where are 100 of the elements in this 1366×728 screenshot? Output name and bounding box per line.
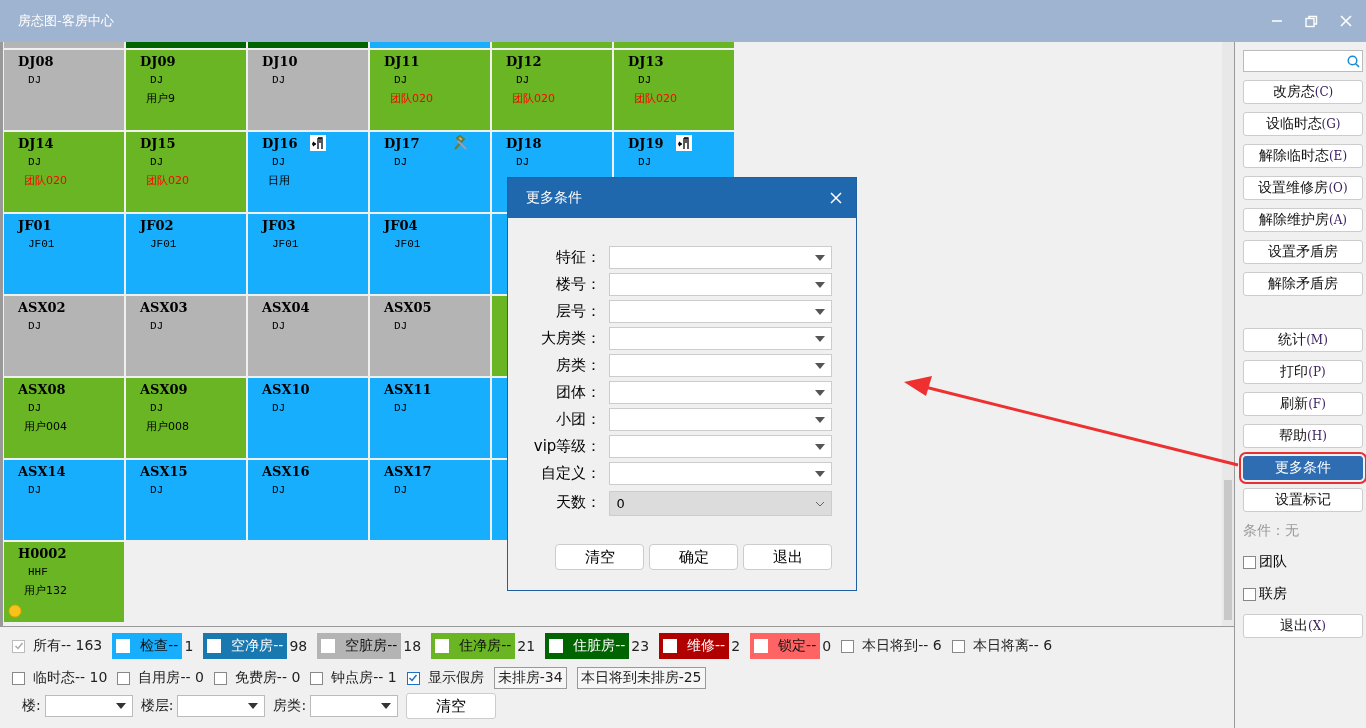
room-tile[interactable] xyxy=(248,42,368,48)
dialog-title: 更多条件 xyxy=(526,189,582,207)
sidebar-button[interactable]: 帮助(H) xyxy=(1243,424,1363,448)
room-tile[interactable]: DJ10 DJ xyxy=(248,50,368,130)
sidebar-button[interactable]: 解除维护房(A) xyxy=(1243,208,1363,232)
room-tile[interactable]: DJ14 DJ 团队020 xyxy=(4,132,124,212)
sidebar-button[interactable]: 设置矛盾房 xyxy=(1243,240,1363,264)
room-tile[interactable]: DJ09 DJ 用户9 xyxy=(126,50,246,130)
sidebar-button[interactable]: 解除矛盾房 xyxy=(1243,272,1363,296)
room-tile[interactable] xyxy=(4,42,124,48)
sidebar-button[interactable]: 退出(X) xyxy=(1243,614,1363,638)
running-person-icon xyxy=(676,135,692,151)
filter-checkbox[interactable]: 免费房-- 0 xyxy=(213,669,301,687)
dropdown-field[interactable] xyxy=(609,327,832,350)
filter-checkbox[interactable]: 显示假房 xyxy=(406,669,484,687)
room-tile[interactable]: DJ17 DJ xyxy=(370,132,490,212)
status-filter[interactable]: 维修-- xyxy=(659,633,730,659)
filter-checkbox[interactable]: 临时态-- 10 xyxy=(12,669,108,687)
dropdown-field[interactable] xyxy=(609,462,832,485)
status-count: 98 xyxy=(289,638,308,654)
search-field[interactable] xyxy=(1243,50,1363,72)
room-tile[interactable]: ASX10 DJ xyxy=(248,378,368,458)
room-tile[interactable]: ASX14 DJ xyxy=(4,460,124,540)
filter-label: 楼: xyxy=(22,697,41,715)
room-tile[interactable]: DJ13 DJ 团队020 xyxy=(614,50,734,130)
room-type: DJ xyxy=(150,402,164,414)
room-type: DJ xyxy=(272,484,286,496)
room-tile[interactable]: ASX04 DJ xyxy=(248,296,368,376)
dropdown-field[interactable] xyxy=(609,300,832,323)
filter-checkbox[interactable]: 本日将离-- 6 xyxy=(951,637,1053,655)
room-tile[interactable] xyxy=(492,42,612,48)
sidebar-button[interactable]: 解除临时态(E) xyxy=(1243,144,1363,168)
dropdown-field[interactable] xyxy=(44,695,133,717)
room-tile[interactable]: DJ12 DJ 团队020 xyxy=(492,50,612,130)
room-tile[interactable]: ASX08 DJ 用户004 xyxy=(4,378,124,458)
sidebar-checkbox[interactable]: 联房 xyxy=(1243,582,1363,606)
room-tile[interactable]: ASX02 DJ xyxy=(4,296,124,376)
dropdown-arrow-icon xyxy=(815,254,825,261)
scrollbar[interactable] xyxy=(1222,42,1234,626)
dialog-button[interactable]: 退出 xyxy=(743,544,832,570)
room-tile[interactable]: ASX03 DJ xyxy=(126,296,246,376)
sidebar-button[interactable]: 改房态(C) xyxy=(1243,80,1363,104)
clear-button[interactable]: 清空 xyxy=(406,693,497,719)
room-tile[interactable]: JF02 JF01 xyxy=(126,214,246,294)
room-tile[interactable]: JF03 JF01 xyxy=(248,214,368,294)
room-type: DJ xyxy=(394,156,408,168)
room-tile[interactable]: ASX05 DJ xyxy=(370,296,490,376)
room-number: DJ15 xyxy=(140,136,176,151)
room-tile[interactable]: ASX17 DJ xyxy=(370,460,490,540)
status-filter[interactable]: 锁定-- xyxy=(750,633,821,659)
dropdown-field[interactable] xyxy=(609,435,832,458)
filter-checkbox[interactable]: 自用房-- 0 xyxy=(117,669,204,687)
sidebar-button[interactable]: 刷新(F) xyxy=(1243,392,1363,416)
room-tile[interactable] xyxy=(126,42,246,48)
close-icon[interactable] xyxy=(830,192,842,204)
room-type: DJ xyxy=(150,484,164,496)
sidebar-button[interactable]: 设临时态(G) xyxy=(1243,112,1363,136)
room-tile[interactable]: JF01 JF01 xyxy=(4,214,124,294)
room-tile[interactable]: ASX09 DJ 用户008 xyxy=(126,378,246,458)
status-filter[interactable]: 住脏房-- xyxy=(545,633,630,659)
dropdown-field[interactable] xyxy=(609,381,832,404)
filter-checkbox[interactable]: 钟点房-- 1 xyxy=(310,669,397,687)
status-filter[interactable]: 空净房-- xyxy=(203,633,288,659)
room-tile[interactable] xyxy=(370,42,490,48)
sidebar-button[interactable]: 统计(M) xyxy=(1243,328,1363,352)
dialog-button[interactable]: 清空 xyxy=(555,544,644,570)
room-tile[interactable]: H0002 HHF 用户132 xyxy=(4,542,124,622)
dropdown-field[interactable]: 0 xyxy=(609,491,832,516)
dropdown-field[interactable] xyxy=(310,695,399,717)
room-tile[interactable]: ASX15 DJ xyxy=(126,460,246,540)
room-tile[interactable]: DJ11 DJ 团队020 xyxy=(370,50,490,130)
status-filter[interactable]: 空脏房-- xyxy=(317,633,402,659)
field-label: 自定义： xyxy=(540,464,602,483)
filter-checkbox[interactable]: 本日将到-- 6 xyxy=(841,637,942,655)
status-filter[interactable]: 住净房-- xyxy=(431,633,516,659)
field-label: 小团： xyxy=(555,410,602,429)
room-type: DJ xyxy=(272,74,286,86)
sidebar-button[interactable]: 设置标记 xyxy=(1243,488,1363,512)
sidebar-button[interactable]: 打印(P) xyxy=(1243,360,1363,384)
restore-icon[interactable] xyxy=(1305,14,1318,28)
room-tile[interactable]: ASX11 DJ xyxy=(370,378,490,458)
dropdown-field[interactable] xyxy=(609,273,832,296)
dropdown-field[interactable] xyxy=(177,695,266,717)
dropdown-field[interactable] xyxy=(609,408,832,431)
sidebar-button[interactable]: 设置维修房(O) xyxy=(1243,176,1363,200)
room-tile[interactable]: DJ15 DJ 团队020 xyxy=(126,132,246,212)
tools-icon xyxy=(452,135,468,151)
room-tile[interactable]: JF04 JF01 xyxy=(370,214,490,294)
dropdown-field[interactable] xyxy=(609,246,832,269)
room-tile[interactable]: DJ16 DJ 日用 xyxy=(248,132,368,212)
guest-name: 团队020 xyxy=(634,91,677,106)
status-filter[interactable]: 检查-- xyxy=(112,633,183,659)
dropdown-field[interactable] xyxy=(609,354,832,377)
condition-text: 条件：无 xyxy=(1243,521,1300,540)
room-tile[interactable] xyxy=(614,42,734,48)
room-tile[interactable]: DJ08 DJ xyxy=(4,50,124,130)
room-tile[interactable]: ASX16 DJ xyxy=(248,460,368,540)
sidebar-checkbox[interactable]: 团队 xyxy=(1243,550,1363,574)
dialog-button[interactable]: 确定 xyxy=(649,544,738,570)
room-number: ASX04 xyxy=(262,300,310,315)
